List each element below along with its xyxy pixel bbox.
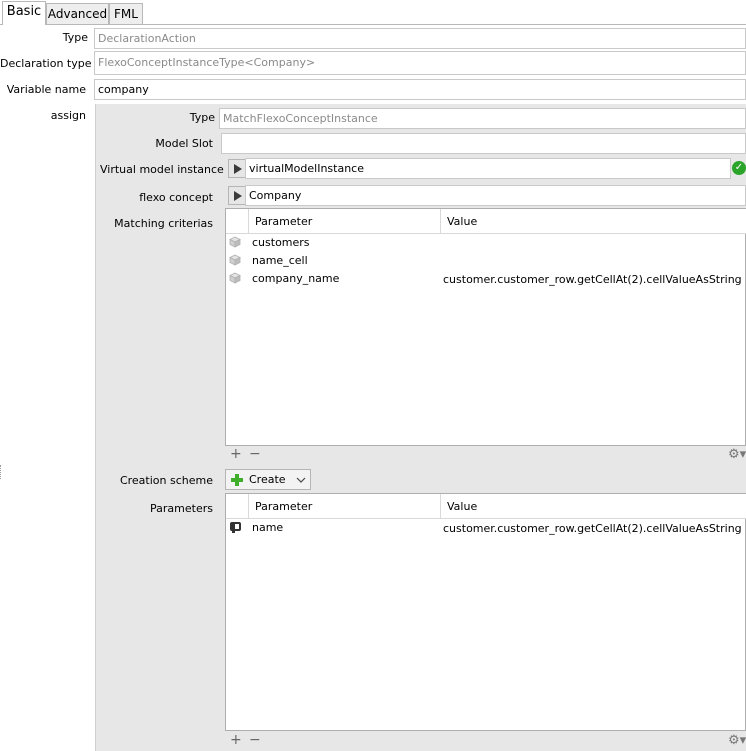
model-slot-field[interactable] [221, 133, 746, 154]
cube-icon [229, 272, 241, 284]
declaration-type-field: FlexoConceptInstanceType<Company> [94, 51, 746, 75]
table-row-parameter[interactable]: company_name [252, 272, 339, 286]
plus-icon [231, 474, 243, 486]
column-header-value[interactable]: Value [440, 494, 746, 519]
creation-scheme-dropdown[interactable]: Create [225, 469, 311, 490]
table-header: Parameter Value [226, 494, 746, 519]
virtual-model-instance-label: Virtual model instance [100, 163, 224, 176]
add-parameter-button[interactable]: + [230, 733, 242, 747]
type-field: DeclarationAction [94, 28, 746, 49]
column-header-parameter[interactable]: Parameter [248, 209, 440, 234]
gear-icon[interactable]: ⚙▾ [728, 733, 746, 748]
parameters-label: Parameters [150, 502, 213, 515]
model-slot-label: Model Slot [155, 137, 213, 150]
tab-basic[interactable]: Basic [2, 1, 46, 25]
assign-type-label: Type [189, 111, 215, 124]
table-row-value[interactable]: customer.customer_row.getCellAt(2).cellV… [443, 273, 742, 287]
gear-icon[interactable]: ⚙▾ [728, 447, 746, 462]
table-row-value[interactable]: customer.customer_row.getCellAt(2).cellV… [443, 522, 742, 536]
valid-check-icon: ✓ [732, 161, 746, 175]
chevron-down-icon [296, 477, 306, 483]
virtual-model-instance-expand-icon[interactable] [228, 159, 246, 178]
cube-icon [229, 236, 241, 248]
table-row-parameter[interactable]: customers [252, 236, 310, 250]
creation-scheme-label: Creation scheme [119, 474, 213, 487]
virtual-model-instance-field[interactable]: virtualModelInstance [245, 158, 731, 179]
flexo-concept-field[interactable]: Company [245, 185, 746, 206]
column-header-value[interactable]: Value [440, 209, 746, 234]
tab-bar: Basic Advanced FML [0, 0, 746, 25]
declaration-type-label: Declaration type [0, 57, 92, 70]
creation-scheme-value: Create [249, 473, 286, 486]
remove-parameter-button[interactable]: − [249, 733, 261, 747]
flexo-concept-label: flexo concept [139, 191, 213, 204]
text-field-icon [230, 522, 241, 533]
remove-criteria-button[interactable]: − [249, 447, 261, 461]
flexo-concept-expand-icon[interactable] [228, 186, 246, 205]
assign-type-field: MatchFlexoConceptInstance [219, 108, 746, 129]
matching-criterias-label: Matching criterias [114, 217, 213, 230]
variable-name-input[interactable]: company [94, 79, 746, 100]
assign-label: assign [50, 109, 86, 122]
column-header-parameter[interactable]: Parameter [248, 494, 440, 519]
cube-icon [229, 254, 241, 266]
type-label: Type [62, 31, 88, 44]
table-header: Parameter Value [226, 209, 746, 234]
table-row-parameter[interactable]: name [252, 521, 283, 535]
variable-name-label: Variable name [6, 83, 86, 96]
tab-advanced[interactable]: Advanced [46, 3, 109, 24]
table-row-parameter[interactable]: name_cell [252, 254, 308, 268]
split-handle[interactable] [0, 465, 2, 479]
add-criteria-button[interactable]: + [230, 447, 242, 461]
matching-criterias-table: Parameter Value customers name_cell comp… [225, 208, 746, 446]
tab-fml[interactable]: FML [109, 3, 143, 24]
parameters-table: Parameter Value name customer.customer_r… [225, 493, 746, 731]
